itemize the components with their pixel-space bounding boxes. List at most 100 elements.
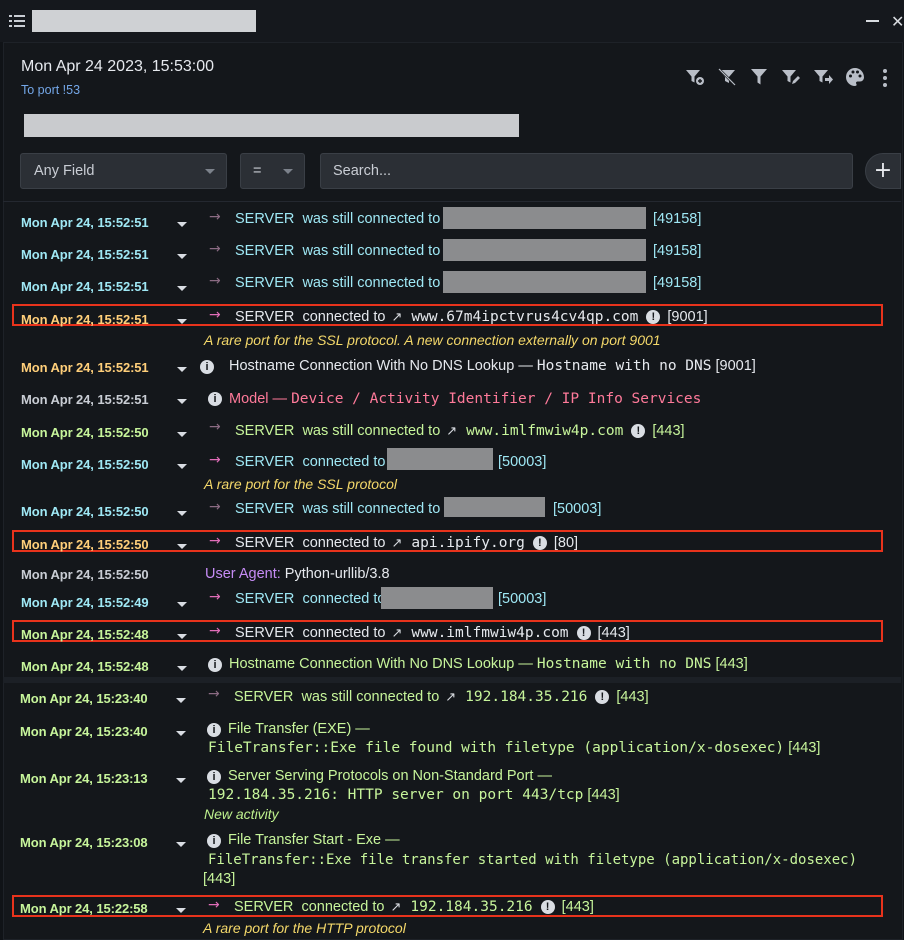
event-text: SERVER was still connected to xyxy=(235,275,441,291)
filter-icon[interactable] xyxy=(748,66,769,88)
info-icon[interactable]: ! xyxy=(631,424,646,438)
event-time: Mon Apr 24, 15:52:51 xyxy=(21,215,149,230)
event-host[interactable]: www.67m4ipctvrus4cv4qp.com xyxy=(411,309,638,325)
chevron-down-icon[interactable] xyxy=(176,778,186,783)
redacted-header-info xyxy=(24,114,519,137)
redacted-host xyxy=(381,587,493,609)
chevron-down-icon[interactable] xyxy=(177,254,187,259)
add-filter-button[interactable]: + xyxy=(865,153,901,189)
chevron-down-icon[interactable] xyxy=(176,908,186,913)
chevron-down-icon[interactable] xyxy=(176,731,186,736)
info-icon: i xyxy=(208,392,222,406)
palette-icon[interactable] xyxy=(844,66,865,88)
event-time: Mon Apr 24, 15:52:51 xyxy=(21,312,149,327)
event-host[interactable]: api.ipify.org xyxy=(411,535,525,551)
event-port: [49158] xyxy=(653,275,702,291)
search-input[interactable] xyxy=(320,153,853,189)
event-time: Mon Apr 24, 15:22:58 xyxy=(20,901,148,916)
event-text: SERVER connected to ↗ api.ipify.org! [80] xyxy=(235,535,579,551)
event-time: Mon Apr 24, 15:52:50 xyxy=(21,504,149,519)
page-subtitle: To port !53 xyxy=(21,83,81,97)
chevron-down-icon[interactable] xyxy=(177,544,187,549)
info-icon[interactable]: ! xyxy=(646,310,661,324)
close-button[interactable]: ✕ xyxy=(891,12,904,31)
event-time: Mon Apr 24, 15:52:51 xyxy=(21,247,149,262)
chevron-down-icon[interactable] xyxy=(177,432,187,437)
filter-forward-icon[interactable] xyxy=(812,66,833,88)
arrow-right-icon: → xyxy=(208,897,220,913)
event-host[interactable]: 192.184.35.216 xyxy=(465,689,587,705)
event-time: Mon Apr 24, 15:52:49 xyxy=(21,595,149,610)
chevron-down-icon[interactable] xyxy=(177,464,187,469)
event-note: A rare port for the SSL protocol xyxy=(204,476,397,492)
model-breach-detail: FileTransfer::Exe file transfer started … xyxy=(208,852,858,868)
model-breach-title: File Transfer (EXE) — xyxy=(228,721,370,737)
chevron-down-icon[interactable] xyxy=(177,367,187,372)
event-text: SERVER was still connected to ↗ www.imlfmw… xyxy=(235,423,685,439)
external-link-icon[interactable]: ↗ xyxy=(391,536,402,551)
chevron-down-icon xyxy=(205,169,215,174)
arrow-right-icon: → xyxy=(209,241,221,257)
redacted-host xyxy=(443,239,646,261)
external-link-icon[interactable]: ↗ xyxy=(390,900,401,915)
event-port: [80] xyxy=(553,535,579,551)
event-time: Mon Apr 24, 15:23:40 xyxy=(20,691,148,706)
filter-edit-icon[interactable] xyxy=(780,66,801,88)
info-icon[interactable]: ! xyxy=(595,690,610,704)
info-icon[interactable]: ! xyxy=(540,900,555,914)
event-text: SERVER connected to ↗ www.67m4ipctvrus4cv4… xyxy=(235,309,708,325)
arrow-right-icon: → xyxy=(208,686,220,702)
arrow-right-icon: → xyxy=(209,589,221,605)
chevron-down-icon[interactable] xyxy=(177,222,187,227)
filter-clear-icon[interactable] xyxy=(716,66,737,88)
event-host[interactable]: 192.184.35.216 xyxy=(410,899,532,915)
chevron-down-icon[interactable] xyxy=(177,286,187,291)
redacted-host xyxy=(443,271,646,293)
field-select[interactable]: Any Field xyxy=(20,153,227,189)
arrow-right-icon: → xyxy=(209,273,221,289)
chevron-down-icon[interactable] xyxy=(177,666,187,671)
window-titlebar: ✕ xyxy=(0,0,904,42)
event-list-recent[interactable]: Mon Apr 24, 15:52:51 → SERVER was still … xyxy=(3,203,901,675)
event-time: Mon Apr 24, 15:23:40 xyxy=(20,724,148,739)
filter-add-icon[interactable] xyxy=(684,66,705,88)
info-icon: i xyxy=(207,770,221,784)
event-host[interactable]: www.imlfmwiw4p.com xyxy=(411,625,568,641)
event-text: SERVER was still connected to xyxy=(235,501,441,517)
event-time: Mon Apr 24, 15:52:48 xyxy=(21,659,149,674)
external-link-icon[interactable]: ↗ xyxy=(445,690,456,705)
event-text: SERVER connected to xyxy=(235,591,386,607)
chevron-down-icon[interactable] xyxy=(177,634,187,639)
info-icon[interactable]: ! xyxy=(532,536,547,550)
event-time: Mon Apr 24, 15:52:50 xyxy=(21,567,149,582)
event-text: SERVER was still connected to ↗ 192.184.35… xyxy=(234,689,649,705)
event-port: [443] xyxy=(203,871,236,887)
operator-select[interactable]: = xyxy=(240,153,305,189)
kebab-menu-icon[interactable] xyxy=(878,68,892,88)
arrow-right-icon: → xyxy=(209,499,221,515)
chevron-down-icon[interactable] xyxy=(177,319,187,324)
info-icon: i xyxy=(207,723,221,737)
external-link-icon[interactable]: ↗ xyxy=(391,310,402,325)
operator-select-value: = xyxy=(253,163,262,179)
user-agent-text: User Agent: Python-urllib/3.8 xyxy=(205,566,390,582)
model-breach-detail: FileTransfer::Exe file found with filety… xyxy=(208,740,821,756)
event-time: Mon Apr 24, 15:52:51 xyxy=(21,360,149,375)
external-link-icon[interactable]: ↗ xyxy=(391,626,402,641)
arrow-right-icon: → xyxy=(209,307,221,323)
chevron-down-icon[interactable] xyxy=(176,698,186,703)
info-icon[interactable]: ! xyxy=(576,626,591,640)
external-link-icon[interactable]: ↗ xyxy=(446,424,457,439)
event-note: A rare port for the SSL protocol. A new … xyxy=(204,332,661,348)
event-host[interactable]: www.imlfmwiw4p.com xyxy=(466,423,623,439)
chevron-down-icon xyxy=(283,169,293,174)
event-port: [443] xyxy=(561,899,594,915)
event-port: [49158] xyxy=(653,243,702,259)
chevron-down-icon[interactable] xyxy=(177,399,187,404)
minimize-button[interactable] xyxy=(866,20,879,22)
event-time: Mon Apr 24, 15:52:50 xyxy=(21,425,149,440)
chevron-down-icon[interactable] xyxy=(176,842,186,847)
chevron-down-icon[interactable] xyxy=(177,602,187,607)
chevron-down-icon[interactable] xyxy=(177,511,187,516)
list-icon[interactable] xyxy=(9,13,25,29)
